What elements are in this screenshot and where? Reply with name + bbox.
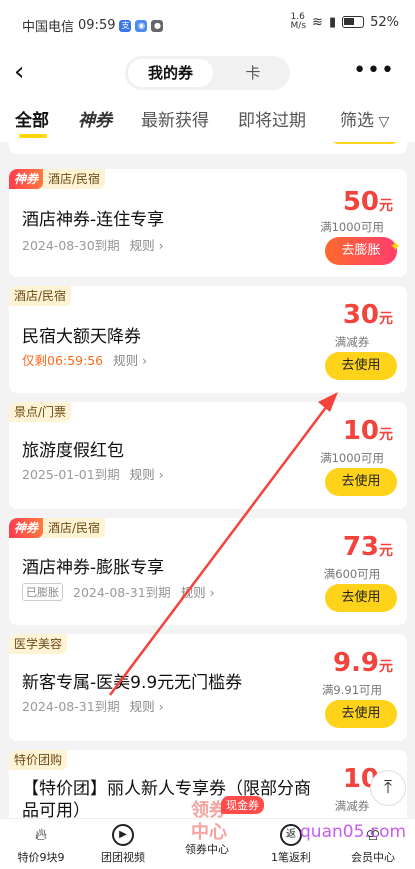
fire-icon: 🔥︎: [34, 825, 48, 845]
nav-label: 特价9块9: [17, 851, 65, 864]
nav-label: 会员中心: [351, 851, 395, 864]
cash-coupon-badge: 现金券: [221, 796, 264, 814]
play-icon: ▶: [112, 824, 134, 846]
scroll-top-button[interactable]: ⤒: [370, 770, 406, 806]
annotation-arrow: [109, 392, 338, 696]
nav-item-deal99[interactable]: 🔥︎ 特价9块9: [6, 821, 76, 865]
watermark: quan05.com: [300, 822, 407, 842]
nav-label: 团团视频: [101, 851, 145, 864]
nav-item-video[interactable]: ▶ 团团视频: [88, 821, 158, 865]
nav-label: 1笔返利: [271, 851, 311, 864]
rebate-icon: 返: [280, 824, 302, 846]
